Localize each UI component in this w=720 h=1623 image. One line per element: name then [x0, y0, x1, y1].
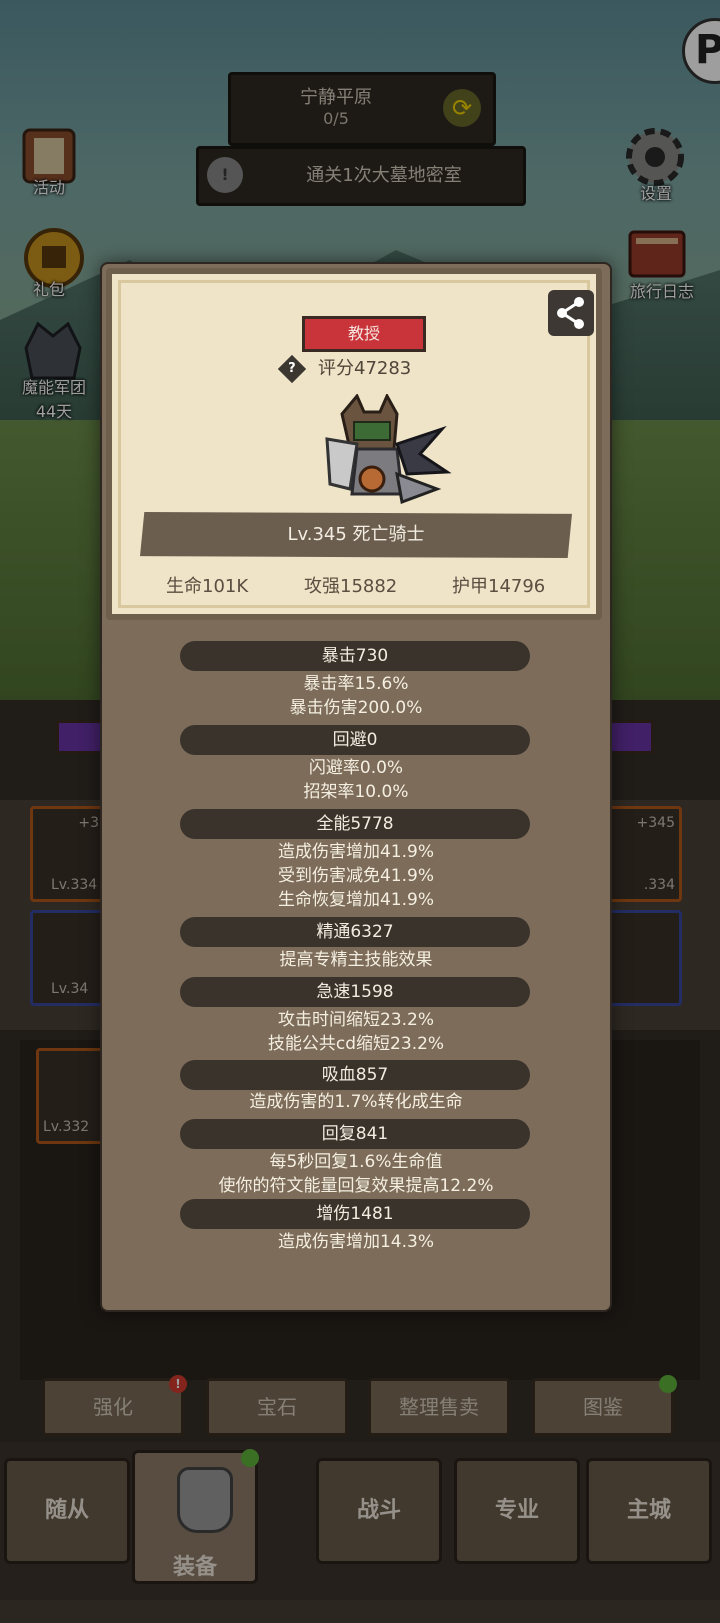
- hero-name-bar: Lv.345 死亡骑士: [140, 512, 572, 558]
- stat-line: 提高专精主技能效果: [279, 950, 433, 970]
- stat-line: 造成伤害增加41.9%: [277, 842, 434, 862]
- share-icon: [557, 297, 584, 329]
- stat-lifesteal-title: 吸血857: [180, 1060, 530, 1090]
- stat-crit-title: 暴击730: [180, 641, 530, 671]
- rank-badge: 教授: [302, 316, 426, 352]
- stat-line: 攻击时间缩短23.2%: [277, 1010, 434, 1030]
- stat-line: 技能公共cd缩短23.2%: [267, 1034, 445, 1054]
- stat-line: 生命恢复增加41.9%: [277, 890, 434, 910]
- help-icon[interactable]: ?: [277, 354, 307, 384]
- stat-line: 造成伤害的1.7%转化成生命: [249, 1092, 463, 1112]
- stat-dodge-title: 回避0: [180, 725, 530, 755]
- stat-regen-title: 回复841: [180, 1119, 530, 1149]
- hero-stats-modal: 教授 ? 评分47283 Lv.345 死亡骑士 生命101K 攻强15882 护…: [100, 262, 612, 1312]
- stat-line: 受到伤害减免41.9%: [277, 866, 434, 886]
- stat-damage-bonus-title: 增伤1481: [180, 1199, 530, 1229]
- stat-armor: 护甲14796: [452, 576, 546, 597]
- stat-line: 暴击伤害200.0%: [289, 698, 423, 718]
- stat-haste-title: 急速1598: [180, 977, 530, 1007]
- stat-mastery-title: 精通6327: [180, 917, 530, 947]
- stat-line: 招架率10.0%: [303, 782, 409, 802]
- stat-line: 使你的符文能量回复效果提高12.2%: [218, 1176, 494, 1196]
- stat-line: 造成伤害增加14.3%: [277, 1232, 434, 1252]
- stat-line: 暴击率15.6%: [303, 674, 409, 694]
- score-row: ? 评分47283: [277, 354, 412, 384]
- stat-hp: 生命101K: [166, 576, 249, 597]
- score-value: 评分47283: [318, 358, 412, 379]
- death-knight-portrait: [325, 394, 452, 505]
- stat-versatility-title: 全能5778: [180, 809, 530, 839]
- stat-attack-power: 攻强15882: [304, 576, 398, 597]
- share-button[interactable]: [548, 290, 594, 336]
- stat-line: 闪避率0.0%: [308, 758, 404, 778]
- hero-card: 教授 ? 评分47283 Lv.345 死亡骑士 生命101K 攻强15882 护…: [106, 268, 602, 620]
- stat-line: 每5秒回复1.6%生命值: [269, 1152, 443, 1172]
